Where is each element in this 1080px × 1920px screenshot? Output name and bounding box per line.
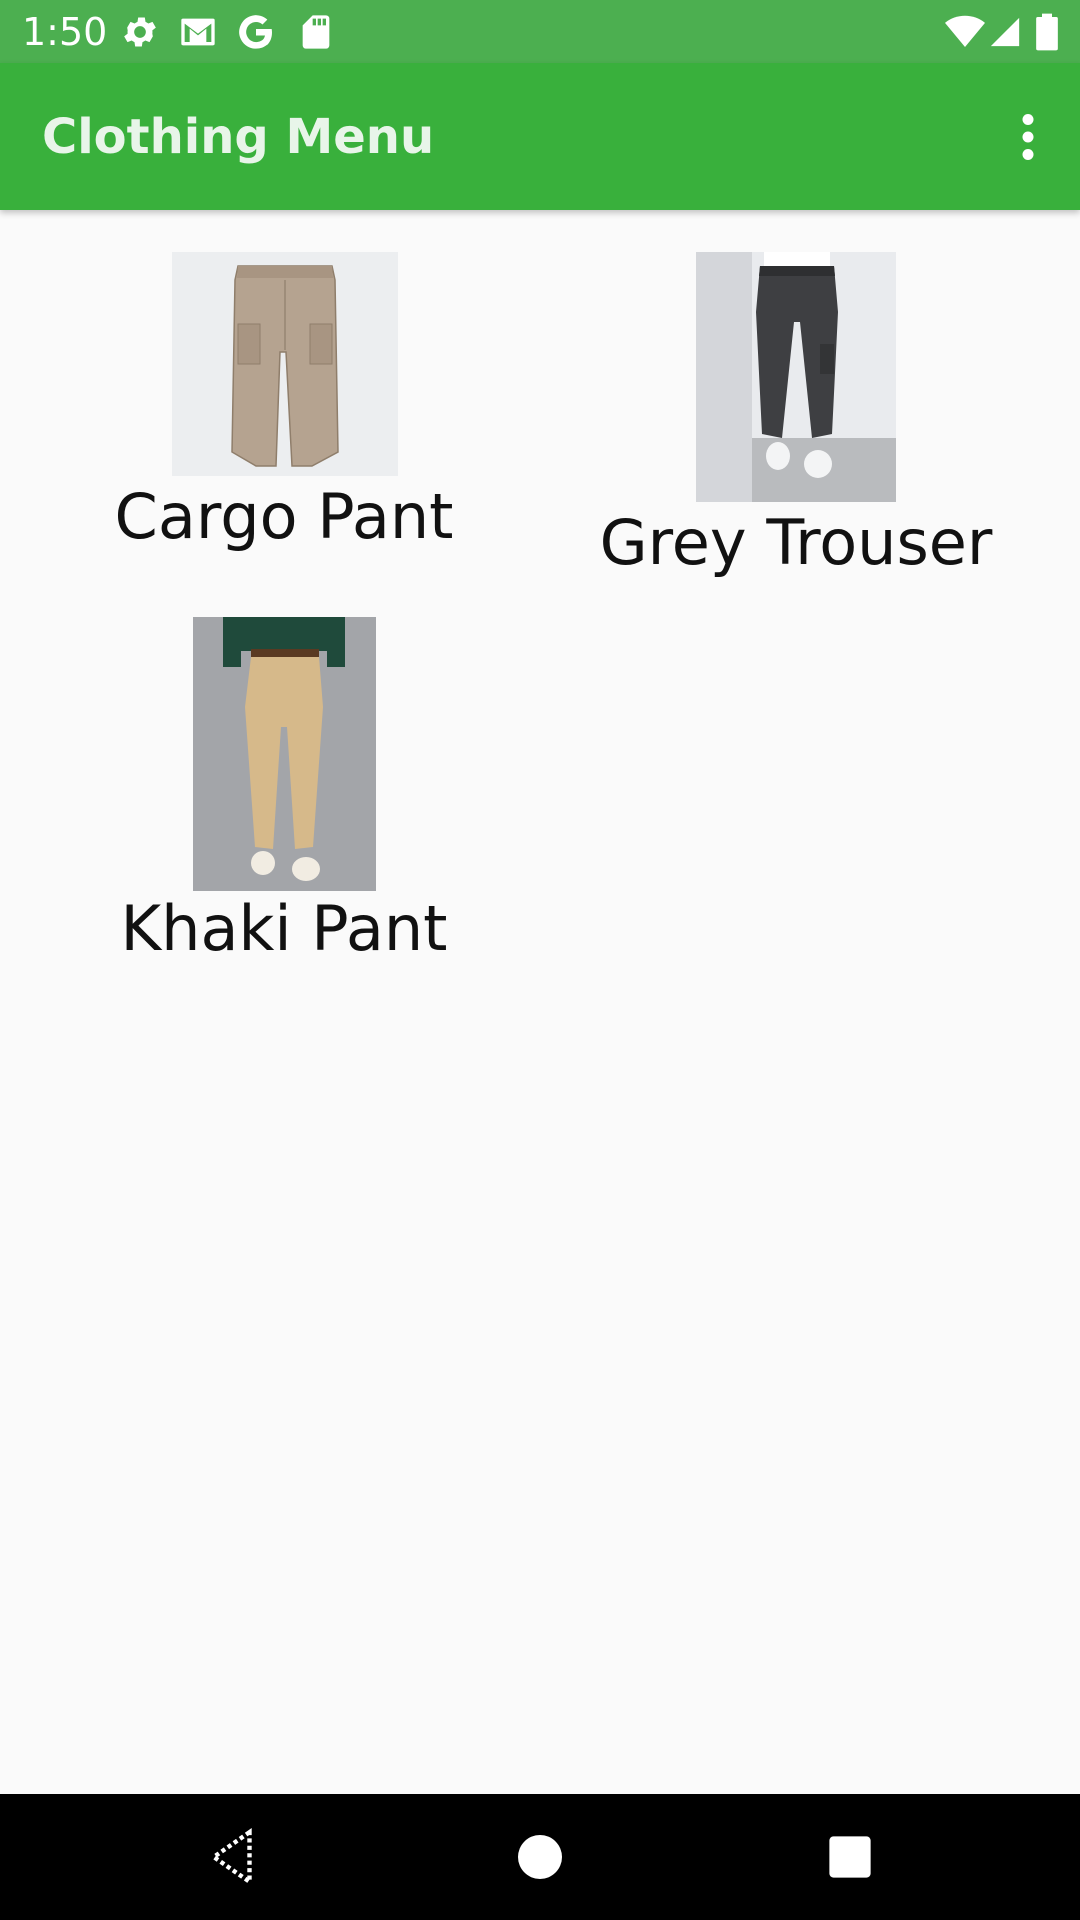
item-label: Khaki Pant xyxy=(120,892,448,965)
cargo-pant-image xyxy=(172,252,398,476)
wifi-icon xyxy=(944,12,986,52)
sd-card-icon xyxy=(296,12,336,52)
navigation-bar xyxy=(0,1794,1080,1920)
more-vert-icon[interactable] xyxy=(998,105,1058,169)
battery-icon xyxy=(1034,12,1060,52)
grid-item-cargo-pant[interactable]: Cargo Pant xyxy=(0,210,540,580)
grey-trouser-image xyxy=(696,252,896,502)
khaki-pant-image xyxy=(193,617,376,891)
status-bar: 1:50 xyxy=(0,0,1080,63)
recents-icon[interactable] xyxy=(817,1824,883,1890)
grid-item-grey-trouser[interactable]: Grey Trouser xyxy=(540,210,1080,610)
item-label: Grey Trouser xyxy=(599,506,993,579)
signal-icon xyxy=(988,12,1022,52)
gmail-icon xyxy=(176,12,220,52)
item-label: Cargo Pant xyxy=(114,480,454,553)
home-icon[interactable] xyxy=(507,1824,573,1890)
back-icon[interactable] xyxy=(200,1824,266,1890)
grid-item-khaki-pant[interactable]: Khaki Pant xyxy=(0,580,540,980)
google-icon xyxy=(236,12,276,52)
screen: 1:50 Clothing Menu Cargo Pant Grey Trous… xyxy=(0,0,1080,1920)
app-title: Clothing Menu xyxy=(42,109,435,165)
app-bar: Clothing Menu xyxy=(0,63,1080,210)
status-time: 1:50 xyxy=(22,10,108,54)
settings-icon xyxy=(120,12,160,52)
